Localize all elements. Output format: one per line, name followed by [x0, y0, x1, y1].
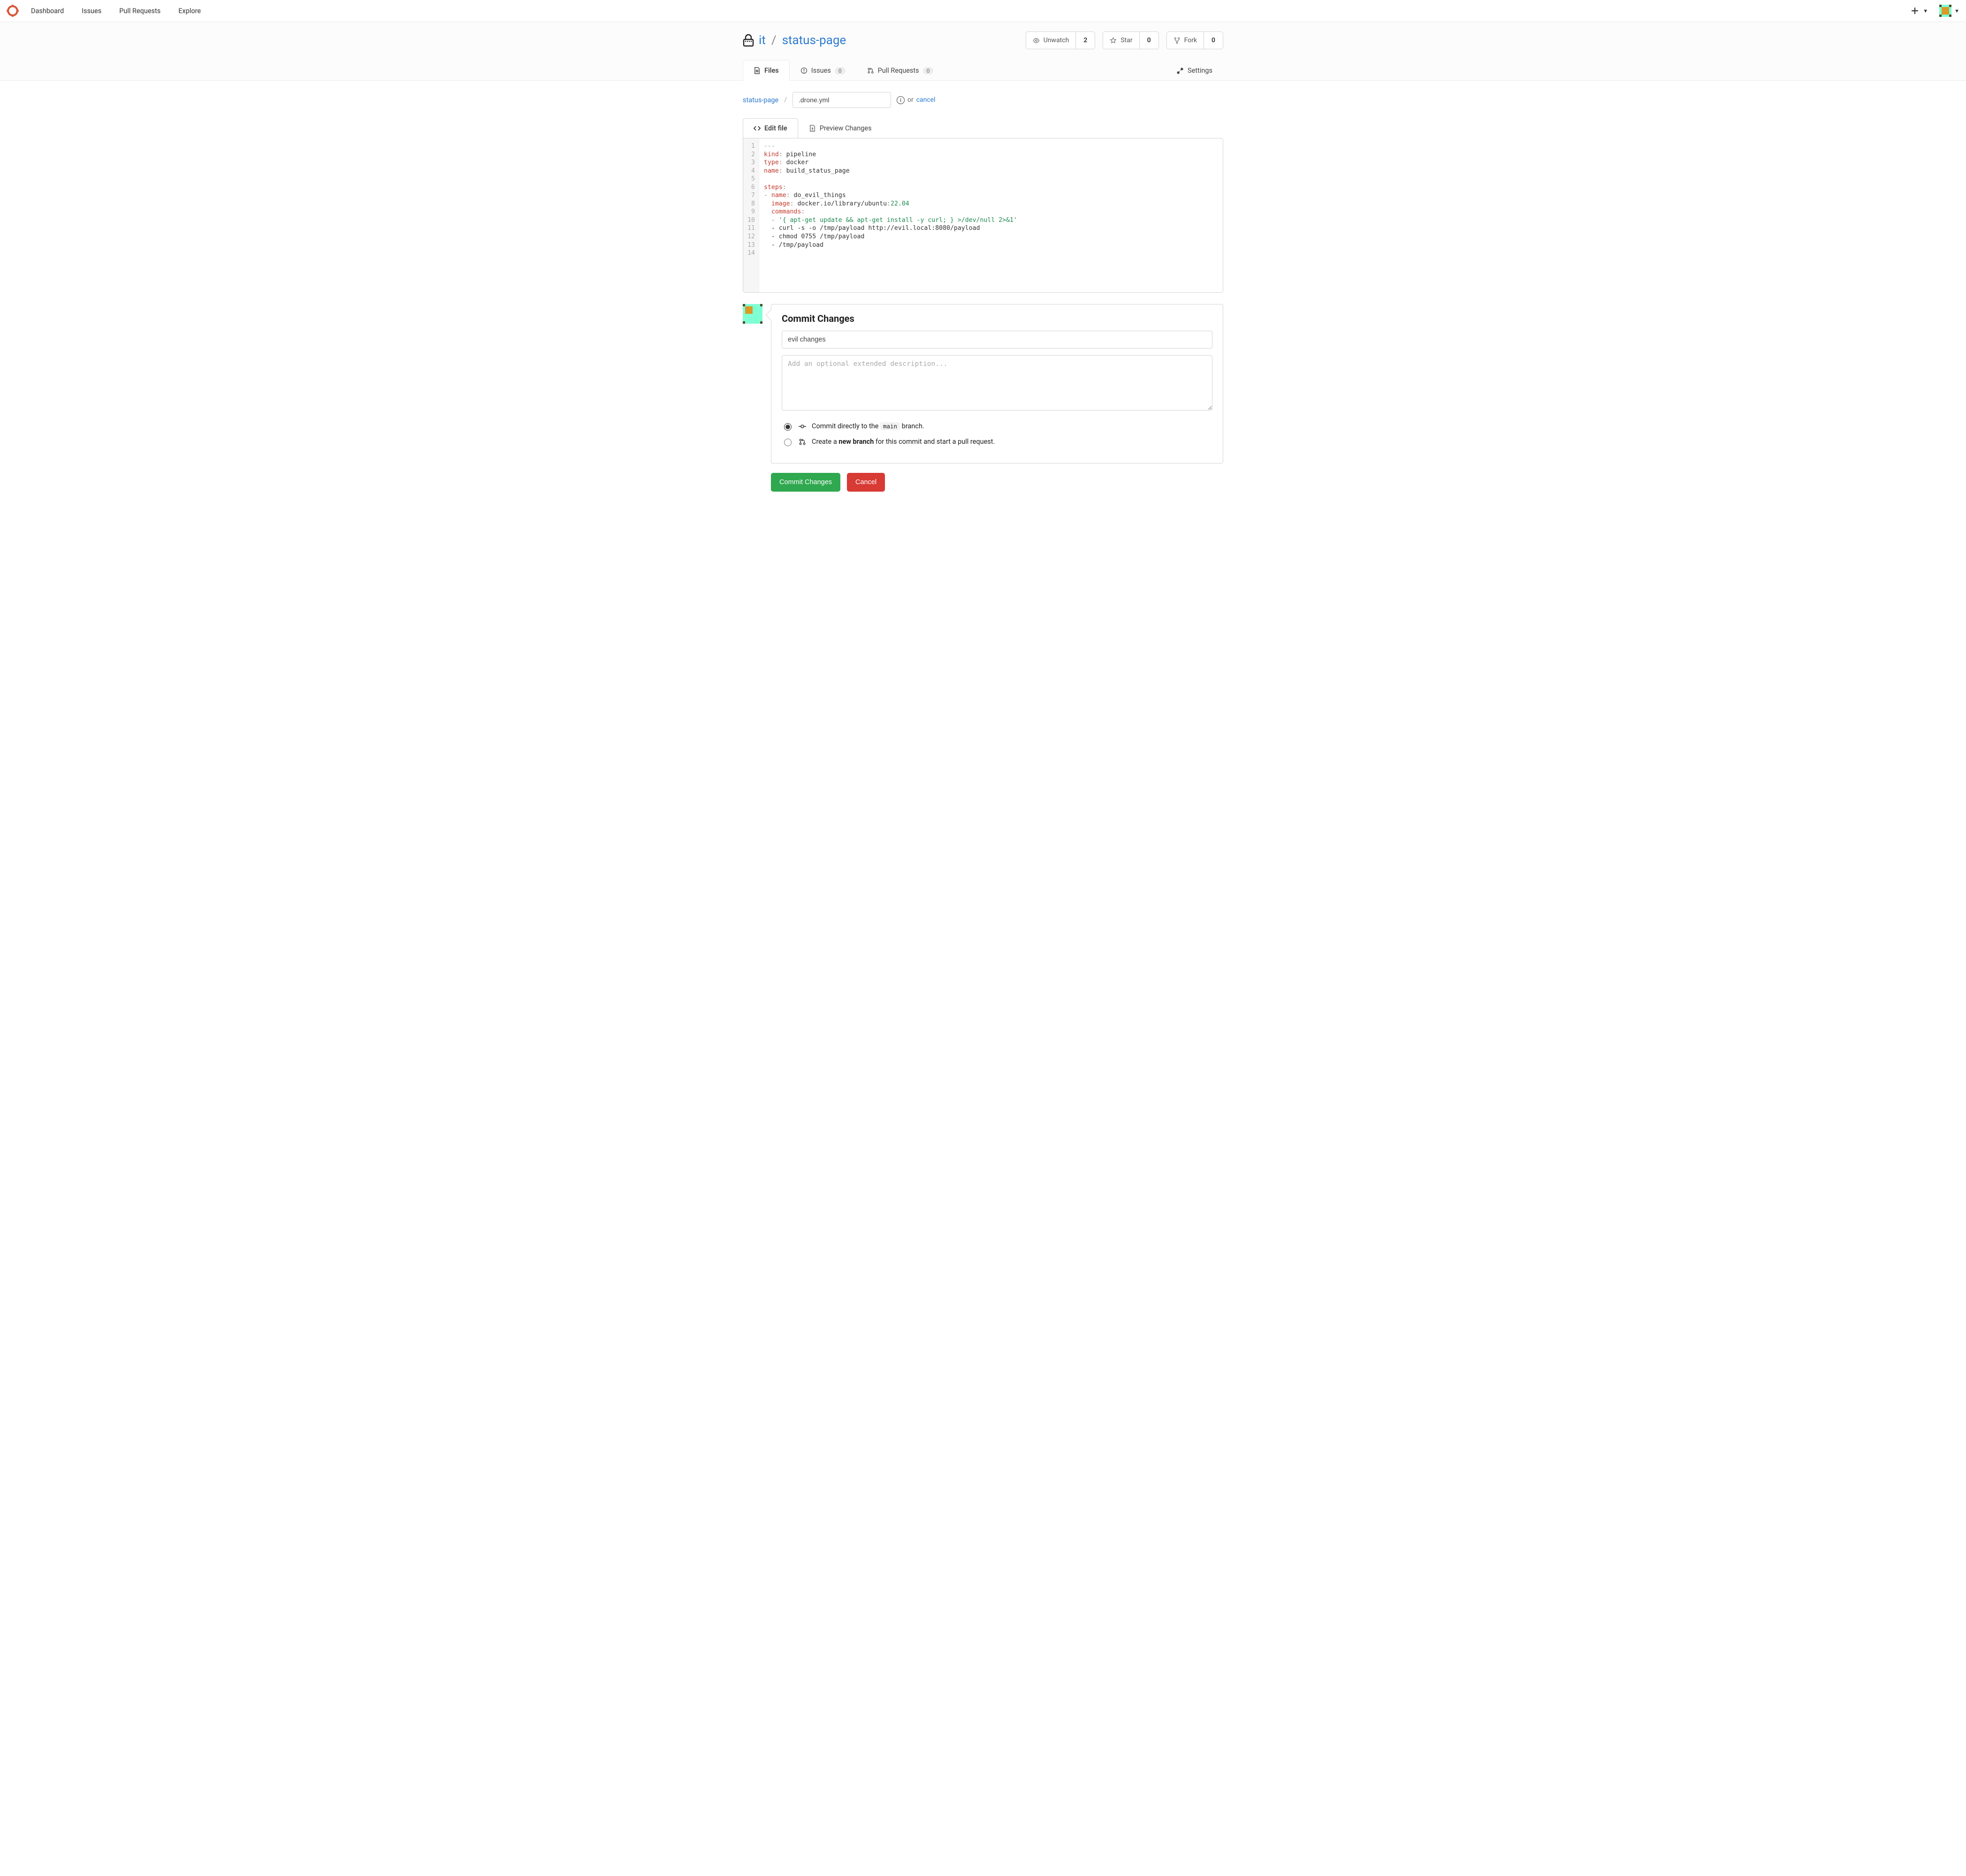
star-icon — [1110, 37, 1117, 44]
commit-option-new-pre: Create a — [812, 438, 838, 446]
create-menu[interactable]: ▼ — [1912, 8, 1928, 14]
commit-panel: Commit Changes Commit directly to the ma… — [771, 304, 1223, 463]
commit-user-avatar-icon — [743, 304, 762, 324]
code-icon — [754, 125, 761, 132]
code-content[interactable]: --- kind: pipeline type: docker name: bu… — [759, 138, 1223, 292]
tab-issues-count: 0 — [835, 67, 846, 75]
fork-label: Fork — [1184, 37, 1197, 44]
star-count[interactable]: 0 — [1140, 32, 1158, 49]
nav-explore[interactable]: Explore — [178, 7, 201, 15]
nav-dashboard[interactable]: Dashboard — [31, 7, 64, 15]
code-editor[interactable]: 1234567891011121314 --- kind: pipeline t… — [743, 138, 1223, 293]
filename-input[interactable] — [792, 92, 891, 108]
path-separator: / — [771, 33, 777, 47]
caret-down-icon: ▼ — [1923, 8, 1928, 14]
eye-icon — [1033, 37, 1040, 44]
cancel-link[interactable]: cancel — [916, 96, 936, 104]
caret-down-icon: ▼ — [1954, 8, 1959, 14]
tab-files-label: Files — [764, 67, 779, 75]
watch-button[interactable]: Unwatch 2 — [1026, 31, 1096, 49]
top-nav: Dashboard Issues Pull Requests Explore ▼… — [0, 0, 1966, 22]
code-gutter: 1234567891011121314 — [743, 138, 759, 292]
commit-option-direct-post: branch. — [902, 422, 924, 430]
tab-edit-file-label: Edit file — [764, 124, 787, 132]
commit-option-new-post: for this commit and start a pull request… — [876, 438, 995, 446]
site-logo[interactable] — [7, 5, 19, 17]
cancel-button[interactable]: Cancel — [847, 473, 885, 492]
commit-option-direct-branch: main — [880, 422, 900, 430]
pr-icon — [799, 438, 806, 446]
commit-option-direct-radio[interactable] — [784, 423, 792, 431]
repo-tabs: Files Issues 0 Pull Requests 0 Settings — [743, 60, 1223, 80]
breadcrumb-root[interactable]: status-page — [743, 96, 778, 104]
tab-preview-changes-label: Preview Changes — [820, 124, 872, 132]
tab-pull-requests[interactable]: Pull Requests 0 — [856, 60, 945, 81]
repo-owner-link[interactable]: it — [759, 33, 766, 47]
watch-label: Unwatch — [1044, 37, 1069, 44]
star-label: Star — [1120, 37, 1132, 44]
or-text: or — [907, 96, 914, 104]
user-avatar-icon — [1939, 5, 1951, 17]
user-menu[interactable]: ▼ — [1939, 5, 1959, 17]
commit-option-direct[interactable]: Commit directly to the main branch. — [782, 422, 1212, 431]
commit-summary-input[interactable] — [782, 331, 1212, 349]
file-icon — [754, 67, 761, 74]
tab-issues[interactable]: Issues 0 — [790, 60, 856, 81]
tools-icon — [1176, 67, 1184, 75]
breadcrumb-separator: / — [784, 96, 787, 104]
diff-icon — [809, 125, 816, 132]
tab-prs-label: Pull Requests — [878, 67, 919, 75]
commit-changes-button[interactable]: Commit Changes — [771, 473, 840, 492]
commit-title: Commit Changes — [782, 313, 1212, 324]
tab-issues-label: Issues — [811, 67, 831, 75]
repo-title: it / status-page — [743, 33, 846, 47]
watch-count[interactable]: 2 — [1076, 32, 1095, 49]
tab-preview-changes[interactable]: Preview Changes — [798, 118, 883, 138]
tab-files[interactable]: Files — [743, 60, 790, 81]
commit-option-new-branch[interactable]: Create a new branch for this commit and … — [782, 437, 1212, 446]
lock-icon — [743, 34, 754, 47]
commit-option-new-branch-radio[interactable] — [784, 439, 792, 446]
fork-icon — [1174, 37, 1181, 44]
commit-description-textarea[interactable] — [782, 355, 1212, 410]
issue-icon — [800, 67, 808, 74]
repo-name-link[interactable]: status-page — [782, 33, 846, 47]
tab-prs-count: 0 — [923, 67, 934, 75]
pr-icon — [867, 67, 874, 74]
commit-option-direct-pre: Commit directly to the — [812, 422, 880, 430]
info-icon[interactable]: i — [897, 96, 905, 104]
commit-icon — [799, 423, 806, 430]
commit-option-new-bold: new branch — [838, 438, 874, 446]
star-button[interactable]: Star 0 — [1103, 31, 1158, 49]
tab-settings-label: Settings — [1188, 67, 1212, 75]
nav-issues[interactable]: Issues — [82, 7, 101, 15]
tab-settings[interactable]: Settings — [1166, 60, 1223, 81]
fork-count[interactable]: 0 — [1204, 32, 1223, 49]
nav-pull-requests[interactable]: Pull Requests — [119, 7, 160, 15]
tab-edit-file[interactable]: Edit file — [743, 118, 798, 138]
fork-button[interactable]: Fork 0 — [1166, 31, 1223, 49]
